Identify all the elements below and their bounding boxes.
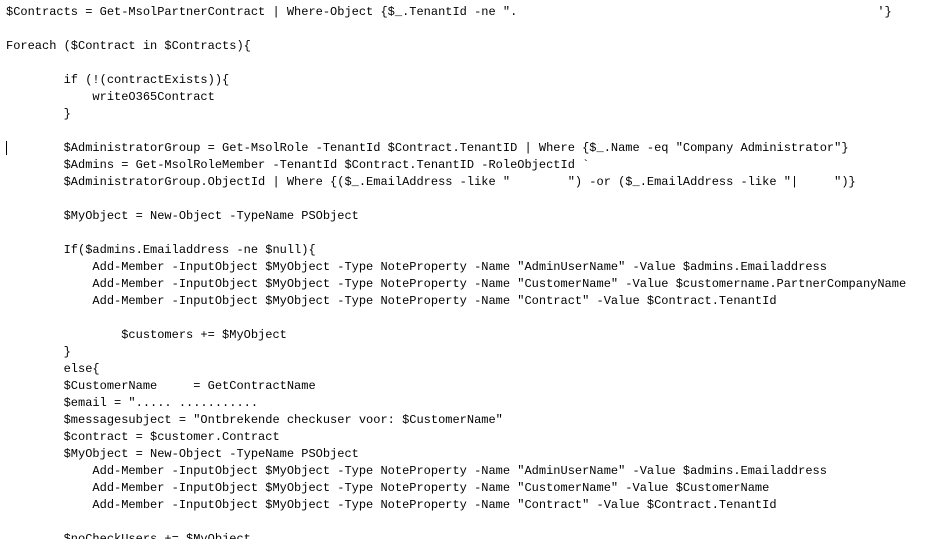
powershell-code-block[interactable]: $Contracts = Get-MsolPartnerContract | W… bbox=[0, 0, 949, 539]
text-cursor bbox=[6, 141, 7, 155]
